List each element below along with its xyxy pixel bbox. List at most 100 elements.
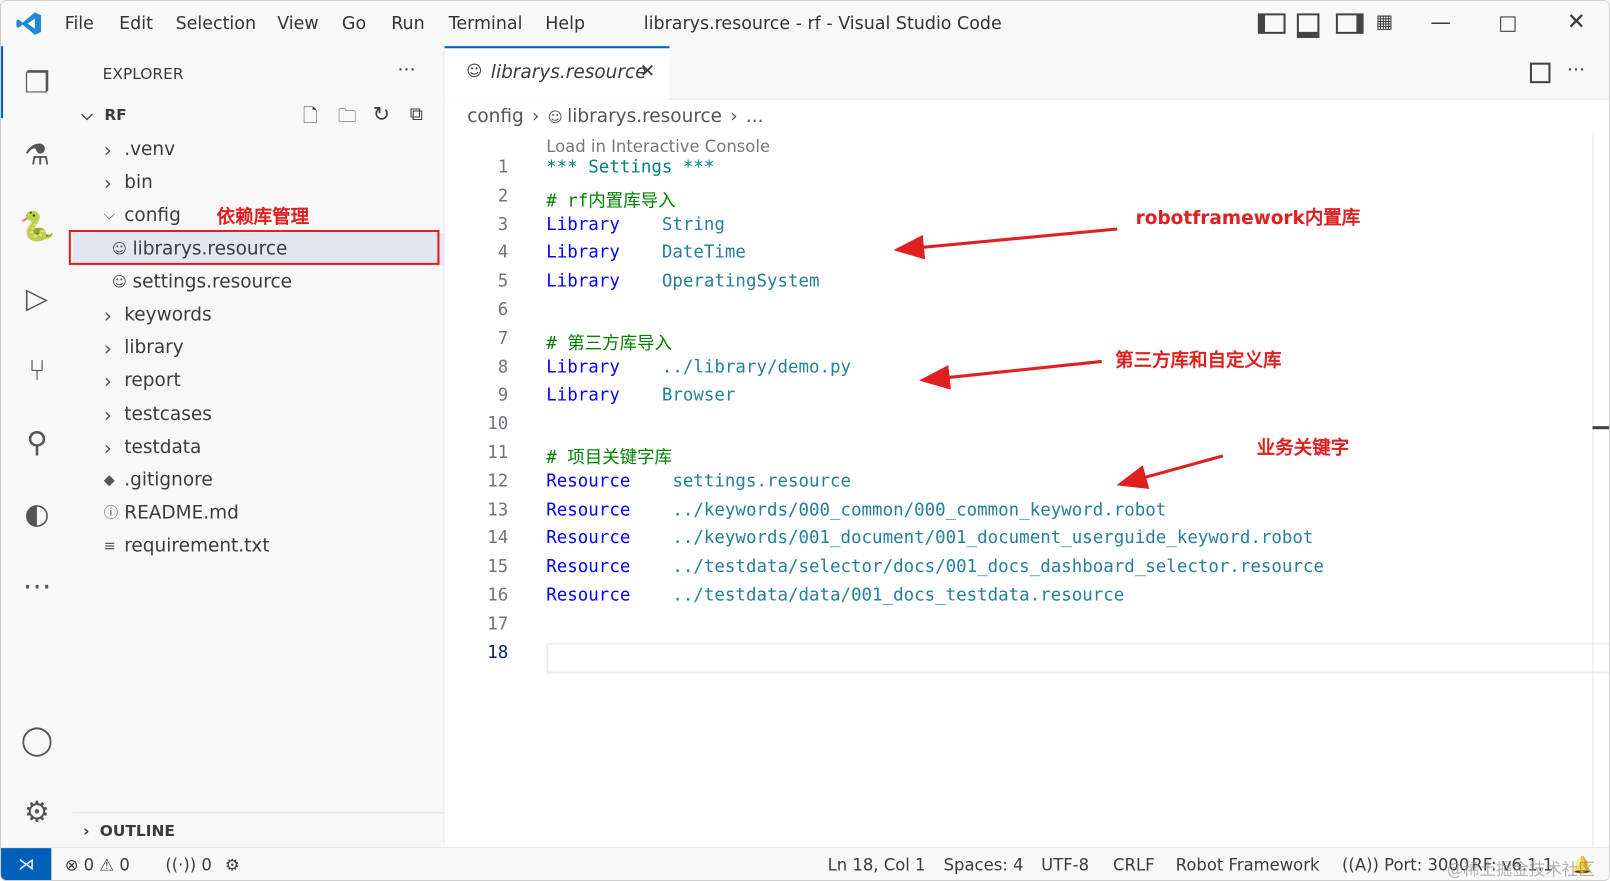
menu-go[interactable]: Go <box>342 13 366 34</box>
chevron-right-icon: › <box>103 435 112 460</box>
new-file-button[interactable]: 🗋 <box>303 104 318 135</box>
menu-view[interactable]: View <box>277 13 318 34</box>
menu-file[interactable]: File <box>65 13 94 34</box>
toggle-secondary-sidebar-icon[interactable] <box>1335 13 1364 34</box>
ports-count: 0 <box>201 855 212 875</box>
indentation[interactable]: Spaces: 4 <box>944 855 1024 875</box>
minimize-button[interactable]: — <box>1430 9 1451 34</box>
chevron-down-icon: ⌵ <box>81 105 99 125</box>
remote-explorer-icon[interactable]: ◐ <box>16 493 57 534</box>
tree-item-label: README.md <box>124 502 239 524</box>
run-debug-icon[interactable]: ▷ <box>16 277 57 318</box>
search-icon[interactable]: ⚲ <box>16 421 57 462</box>
language-mode[interactable]: Robot Framework <box>1176 855 1320 875</box>
settings-gear-icon[interactable]: ⚙ <box>16 791 57 832</box>
chevron-right-icon: › <box>103 302 112 328</box>
menu-help[interactable]: Help <box>545 13 585 34</box>
problems-button[interactable]: ⊗ 0 ⚠ 0 <box>65 855 130 875</box>
root-folder-label: RF <box>104 105 127 125</box>
tree-item-label: config <box>124 204 181 227</box>
arrow-thirdparty <box>919 359 1102 390</box>
tree-item[interactable]: ◆ .gitignore <box>73 464 444 497</box>
vscode-logo-icon <box>15 10 42 37</box>
ports-button[interactable]: ((·)) 0 <box>165 855 212 875</box>
explorer-header: EXPLORER <box>102 64 184 84</box>
tree-item-label: .venv <box>124 138 176 161</box>
toggle-primary-sidebar-icon[interactable] <box>1257 13 1286 34</box>
collapse-all-button[interactable]: ⧉ <box>410 104 423 126</box>
explorer-more-button[interactable]: ⋯ <box>397 59 415 81</box>
tree-item[interactable]: ≡ requirement.txt <box>73 530 444 563</box>
tree-item-label: requirement.txt <box>124 535 270 557</box>
status-bar: ⋊ ⊗ 0 ⚠ 0 ((·)) 0 ⚙ Ln 18, Col 1 Spaces:… <box>1 847 1609 880</box>
info-icon: ⓘ <box>103 505 119 522</box>
tree-item-label: library <box>124 336 184 359</box>
arrow-business <box>1116 454 1224 489</box>
tree-item[interactable]: › bin <box>73 167 444 200</box>
customize-layout-icon[interactable]: ▦ <box>1376 11 1393 33</box>
editor-area: ☺ librarys.resource ✕ ⋯ config › ☺ library… <box>444 46 1609 848</box>
tree-item[interactable]: › .venv <box>73 133 444 166</box>
debug-icon[interactable]: ⚙ <box>225 855 240 875</box>
broadcast-icon: ((·)) <box>165 855 197 875</box>
git-icon: ◆ <box>103 472 115 489</box>
new-folder-button[interactable]: 🗀 <box>338 104 356 135</box>
refresh-button[interactable]: ↻ <box>373 102 390 127</box>
python-icon[interactable]: 🐍 <box>16 205 57 246</box>
annotation-config: 依赖库管理 <box>216 206 310 228</box>
maximize-button[interactable] <box>1500 16 1516 32</box>
more-icon[interactable]: ⋯ <box>16 565 57 606</box>
tree-item[interactable]: ⓘ README.md <box>73 497 444 530</box>
tree-item[interactable]: › testdata <box>73 431 444 464</box>
tree-item-label: .gitignore <box>124 469 213 491</box>
remote-button[interactable]: ⋊ <box>1 848 52 880</box>
toggle-panel-icon[interactable] <box>1296 13 1320 38</box>
watermark: @稀土掘金技术社区 <box>1446 859 1595 879</box>
menu-edit[interactable]: Edit <box>119 13 153 34</box>
tree-item-label: keywords <box>124 303 212 326</box>
tree-item-label: settings.resource <box>132 270 292 293</box>
explorer-icon[interactable]: ❐ <box>16 62 57 103</box>
tree-item[interactable]: ☺ settings.resource <box>73 266 444 299</box>
root-folder[interactable]: ⌵ RF <box>81 106 127 124</box>
outline-label: OUTLINE <box>99 821 175 840</box>
menu-selection[interactable]: Selection <box>176 13 256 34</box>
source-control-icon[interactable]: ⑂ <box>16 349 57 390</box>
chevron-right-icon: › <box>103 369 112 394</box>
text-file-icon: ≡ <box>103 538 116 555</box>
chevron-right-icon: › <box>103 137 112 163</box>
tree-item[interactable]: › report <box>73 365 444 398</box>
tree-item-label: testdata <box>124 436 202 458</box>
error-count: 0 <box>83 855 95 875</box>
chevron-right-icon: › <box>103 335 112 361</box>
tree-item[interactable]: › keywords <box>73 299 444 332</box>
tree-item[interactable]: › testcases <box>73 398 444 431</box>
chevron-right-icon: › <box>83 821 90 840</box>
title-bar: File Edit Selection View Go Run Terminal Help l… <box>1 1 1609 48</box>
chevron-right-icon: › <box>103 402 112 427</box>
encoding[interactable]: UTF-8 <box>1041 855 1089 875</box>
tree-item[interactable]: › library <box>73 332 444 365</box>
tree-item-label: report <box>124 370 181 392</box>
tree-item-label: testcases <box>124 403 212 425</box>
outline-section[interactable]: › OUTLINE <box>83 821 175 839</box>
broadcast-icon: ((A)) <box>1342 855 1379 875</box>
accounts-icon[interactable]: ◯ <box>16 719 57 760</box>
warning-count: 0 <box>119 855 130 875</box>
arrow-builtin <box>893 227 1118 260</box>
close-window-button[interactable]: ✕ <box>1567 9 1586 35</box>
robot-file-icon: ☺ <box>111 273 127 291</box>
activity-bar: ❐ ⚗ 🐍 ▷ ⑂ ⚲ ◐ ⋯ ◯ ⚙ <box>1 46 74 848</box>
menu-terminal[interactable]: Terminal <box>449 13 523 34</box>
line-ending[interactable]: CRLF <box>1113 855 1154 875</box>
window-title: librarys.resource - rf - Visual Studio C… <box>643 13 1002 34</box>
selection-highlight-box <box>68 230 440 265</box>
annotation-arrows <box>893 227 1224 489</box>
chevron-down-icon: ⌵ <box>103 207 115 225</box>
cursor-position[interactable]: Ln 18, Col 1 <box>828 855 926 875</box>
vertical-scrollbar[interactable] <box>1592 132 1594 848</box>
testing-flask-icon[interactable]: ⚗ <box>16 133 57 174</box>
chevron-right-icon: › <box>103 170 112 196</box>
explorer-sidebar: EXPLORER ⋯ ⌵ RF 🗋 🗀 ↻ ⧉ › .venv › bin ⌵ confi… <box>68 46 445 848</box>
menu-run[interactable]: Run <box>391 13 424 34</box>
